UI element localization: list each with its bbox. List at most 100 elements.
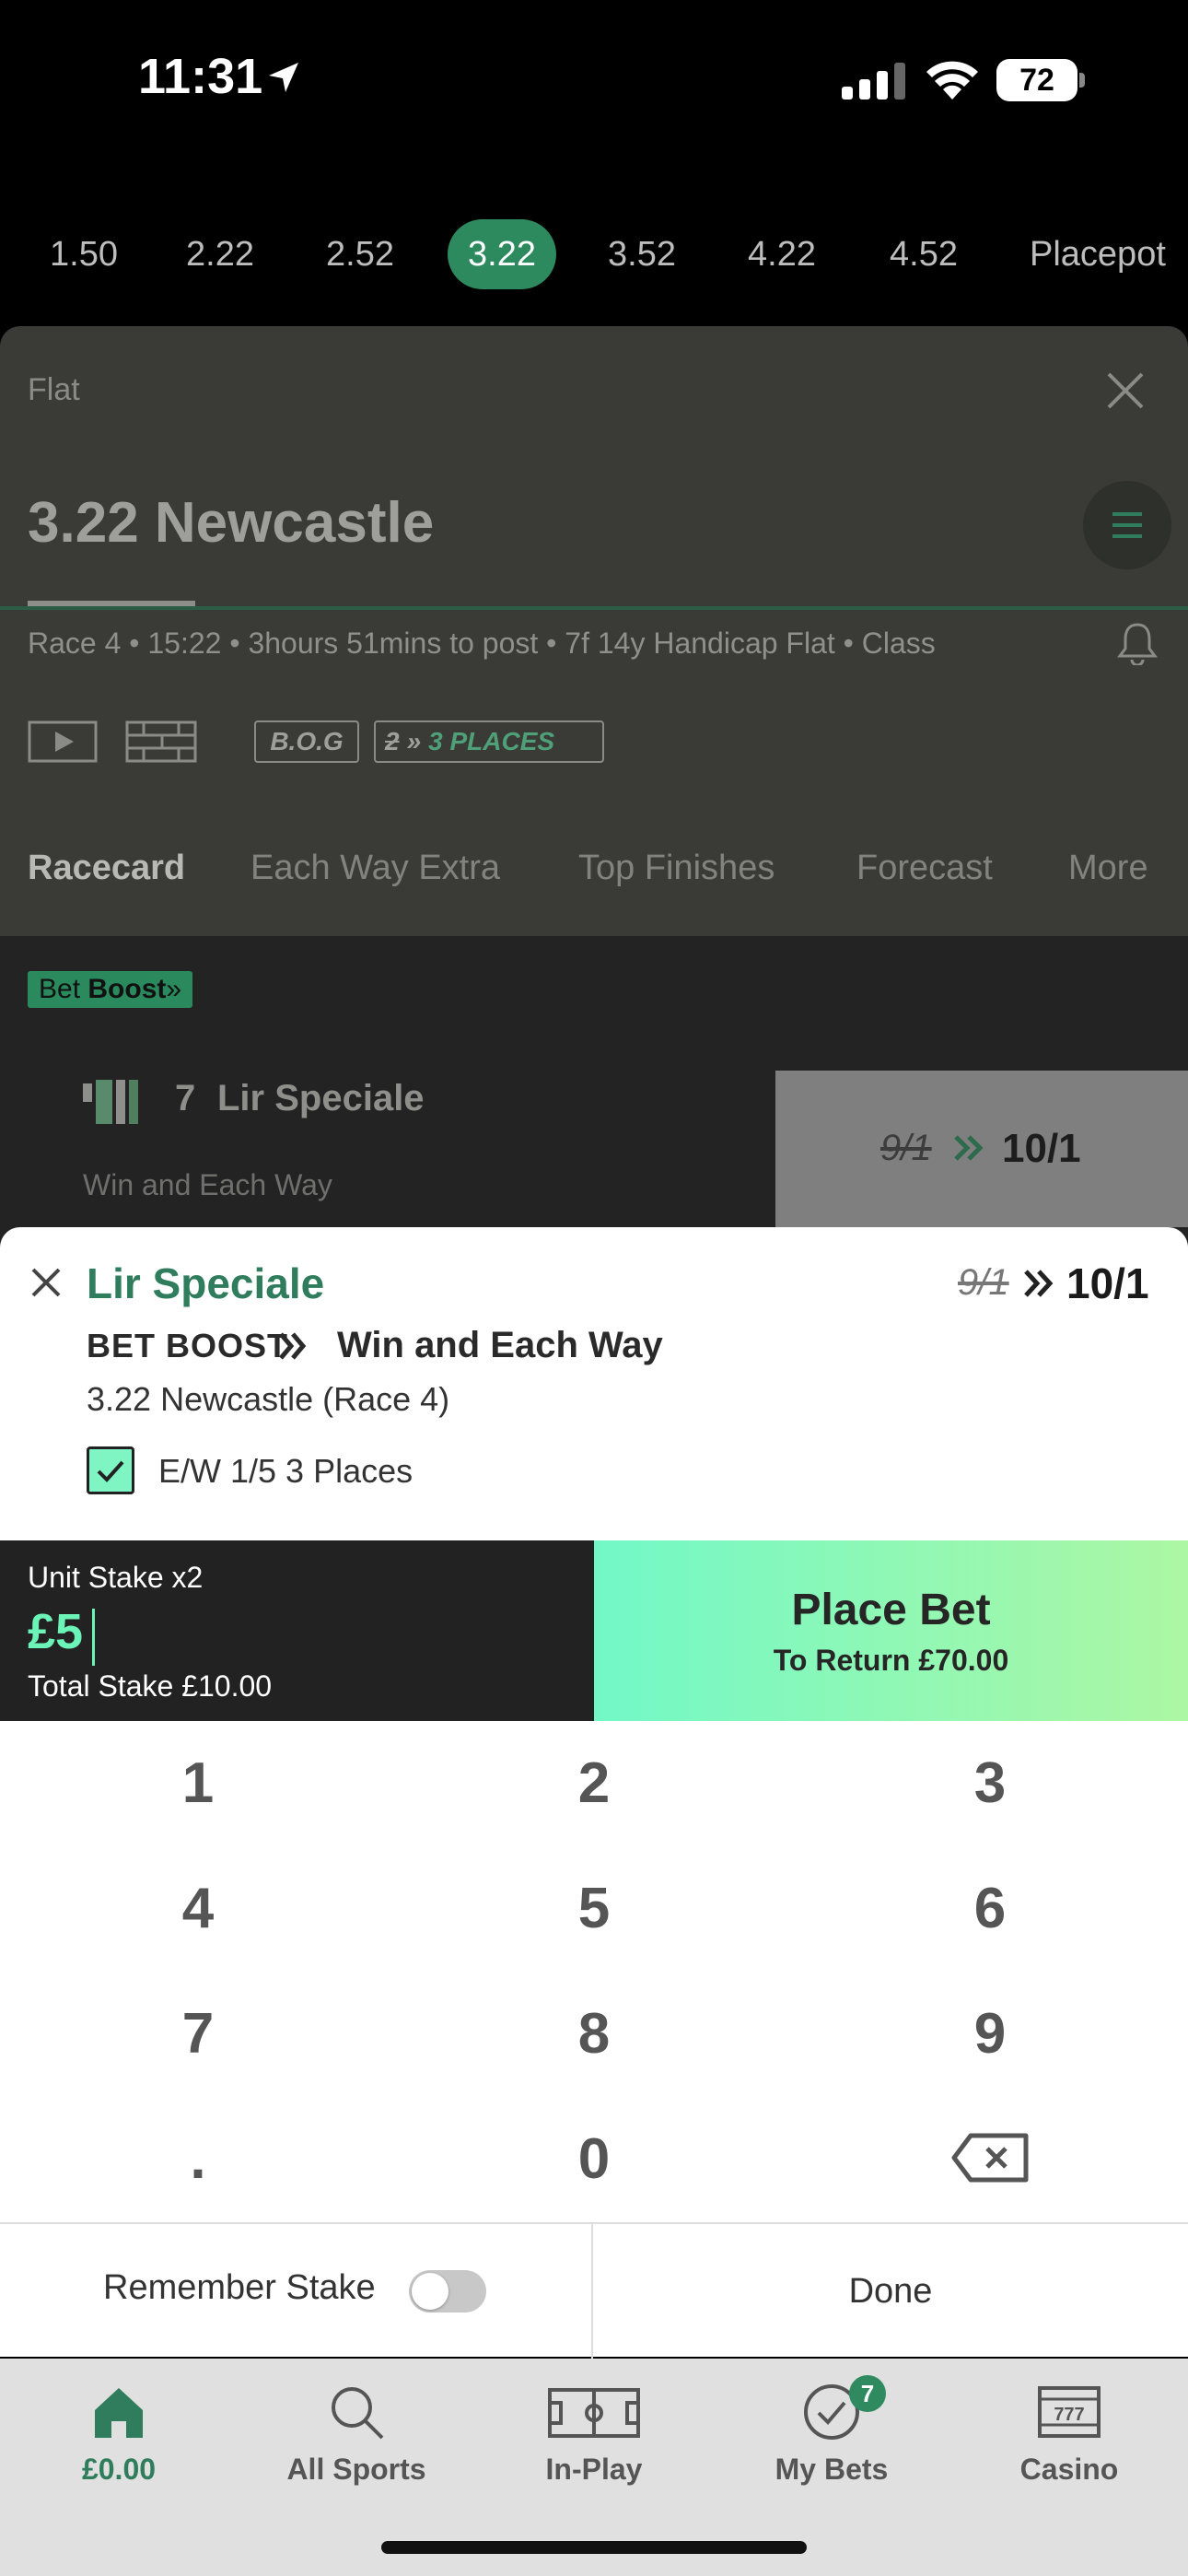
chevron-double-right-icon — [954, 1135, 984, 1161]
odds-boosted: 10/1 — [1002, 1126, 1081, 1171]
nav-my-bets-label: My Bets — [775, 2453, 889, 2486]
race-menu-button[interactable] — [1083, 481, 1171, 569]
remember-stake-toggle[interactable] — [409, 2270, 486, 2313]
remember-stake-label: Remember Stake — [103, 2268, 376, 2307]
nav-casino[interactable]: 777 Casino — [950, 2383, 1188, 2512]
place-bet-label: Place Bet — [791, 1586, 991, 1634]
cellular-signal-icon — [842, 63, 905, 100]
runner-number: 7 — [175, 1078, 196, 1118]
nav-casino-label: Casino — [1019, 2453, 1119, 2486]
bet-boost-bold: Boost — [87, 974, 167, 1004]
key-6[interactable]: 6 — [792, 1846, 1188, 1972]
key-8[interactable]: 8 — [396, 1972, 792, 2097]
key-5[interactable]: 5 — [396, 1846, 792, 1972]
chevron-double-right-icon: » — [166, 974, 182, 1004]
done-button[interactable]: Done — [593, 2224, 1188, 2359]
odds-old: 9/1 — [880, 1128, 932, 1168]
slip-runner-name: Lir Speciale — [87, 1259, 325, 1307]
location-arrow-icon — [269, 63, 298, 92]
bet-boost-prefix: Bet — [39, 974, 81, 1004]
stake-input[interactable]: £5 — [28, 1603, 83, 1660]
nav-home[interactable]: £0.00 — [0, 2383, 238, 2512]
home-indicator — [381, 2541, 807, 2554]
nav-all-sports[interactable]: All Sports — [238, 2383, 475, 2512]
bet-slip: Lir Speciale 9/1 10/1 BET BOOST Win and … — [0, 1227, 1188, 1540]
close-icon[interactable] — [28, 1264, 64, 1301]
slip-odds-boosted: 10/1 — [1066, 1259, 1149, 1307]
numeric-keypad: 1 2 3 4 5 6 7 8 9 . 0 — [0, 1721, 1188, 2222]
bog-badge: B.O.G — [254, 720, 359, 763]
nav-in-play[interactable]: In-Play — [475, 2383, 713, 2512]
places-new: 3 PLACES — [428, 727, 555, 755]
race-time-item[interactable]: 1.50 — [50, 219, 118, 289]
race-time-item-active[interactable]: 3.22 — [448, 219, 556, 289]
race-time-item[interactable]: 4.22 — [748, 219, 816, 289]
slip-odds-old: 9/1 — [958, 1262, 1009, 1303]
race-title: 3.22 Newcastle — [28, 491, 435, 555]
race-info: Race 4 • 15:22 • 3hours 51mins to post •… — [28, 626, 936, 660]
video-play-icon[interactable] — [28, 720, 98, 763]
place-bet-button[interactable]: Place Bet To Return £70.00 — [594, 1540, 1188, 1721]
chevron-double-right-icon: » — [406, 727, 422, 755]
key-9[interactable]: 9 — [792, 1972, 1188, 2097]
search-icon — [332, 2387, 384, 2440]
stake-panel[interactable]: Unit Stake x2 £5 Total Stake £10.00 — [0, 1540, 594, 1721]
battery-cap — [1079, 73, 1085, 88]
battery-level: 72 — [996, 59, 1077, 101]
race-time-item[interactable]: 2.52 — [326, 219, 394, 289]
close-icon[interactable] — [1101, 367, 1149, 415]
svg-text:777: 777 — [1054, 2405, 1084, 2425]
status-time: 11:31 — [138, 49, 263, 104]
each-way-terms: E/W 1/5 3 Places — [158, 1452, 413, 1490]
my-bets-count-badge: 7 — [849, 2375, 886, 2412]
tab-racecard[interactable]: Racecard — [28, 824, 185, 931]
runner-name: Lir Speciale — [217, 1078, 425, 1118]
jockey-silks-icon — [83, 1080, 138, 1124]
race-type: Flat — [28, 372, 80, 407]
slot-machine-icon: 777 — [1038, 2386, 1101, 2438]
race-time-strip: 1.50 2.22 2.52 3.22 3.52 4.22 4.52 Place… — [0, 203, 1188, 304]
menu-icon — [1112, 512, 1142, 538]
text-cursor — [92, 1609, 95, 1666]
chevron-double-right-icon — [279, 1332, 307, 1360]
key-1[interactable]: 1 — [0, 1721, 396, 1846]
home-icon — [95, 2388, 143, 2438]
to-return-label: To Return £70.00 — [773, 1644, 1009, 1677]
race-time-item[interactable]: 4.52 — [890, 219, 958, 289]
nav-home-label: £0.00 — [81, 2453, 157, 2486]
key-2[interactable]: 2 — [396, 1721, 792, 1846]
tab-more[interactable]: More — [1068, 824, 1148, 931]
keypad-footer: Remember Stake Done — [0, 2222, 1188, 2359]
runner-odds-button[interactable]: 9/1 10/1 — [775, 1071, 1188, 1227]
slip-bet-boost-label: BET BOOST — [87, 1327, 289, 1364]
chevron-double-right-icon — [1024, 1270, 1054, 1297]
nav-all-sports-label: All Sports — [286, 2453, 426, 2486]
key-4[interactable]: 4 — [0, 1846, 396, 1972]
nav-in-play-label: In-Play — [545, 2453, 643, 2486]
toggle-knob — [412, 2273, 448, 2310]
racecourse-map-icon[interactable] — [125, 720, 197, 763]
race-time-item[interactable]: 3.52 — [608, 219, 676, 289]
race-time-placepot[interactable]: Placepot — [1030, 219, 1166, 289]
tab-top-finishes[interactable]: Top Finishes — [578, 824, 775, 931]
slip-market: Win and Each Way — [337, 1325, 663, 1365]
total-stake: Total Stake £10.00 — [28, 1669, 273, 1703]
key-backspace[interactable] — [792, 2097, 1188, 2222]
key-7[interactable]: 7 — [0, 1972, 396, 2097]
status-bar: 11:31 72 — [0, 0, 1188, 166]
slip-event: 3.22 Newcastle (Race 4) — [87, 1380, 450, 1418]
bell-icon[interactable] — [1116, 621, 1159, 665]
key-0[interactable]: 0 — [396, 2097, 792, 2222]
tab-each-way-extra[interactable]: Each Way Extra — [250, 824, 500, 931]
runner-market: Win and Each Way — [83, 1168, 332, 1201]
backspace-icon — [951, 2133, 1029, 2183]
bet-boost-tag: Bet Boost» — [28, 971, 193, 1008]
key-decimal[interactable]: . — [0, 2097, 396, 2222]
key-3[interactable]: 3 — [792, 1721, 1188, 1846]
each-way-checkbox[interactable] — [87, 1446, 134, 1494]
race-time-item[interactable]: 2.22 — [186, 219, 254, 289]
tab-forecast[interactable]: Forecast — [856, 824, 993, 931]
nav-my-bets[interactable]: 7 My Bets — [713, 2375, 950, 2512]
places-old: 2 — [385, 727, 400, 755]
wifi-icon — [926, 61, 978, 100]
